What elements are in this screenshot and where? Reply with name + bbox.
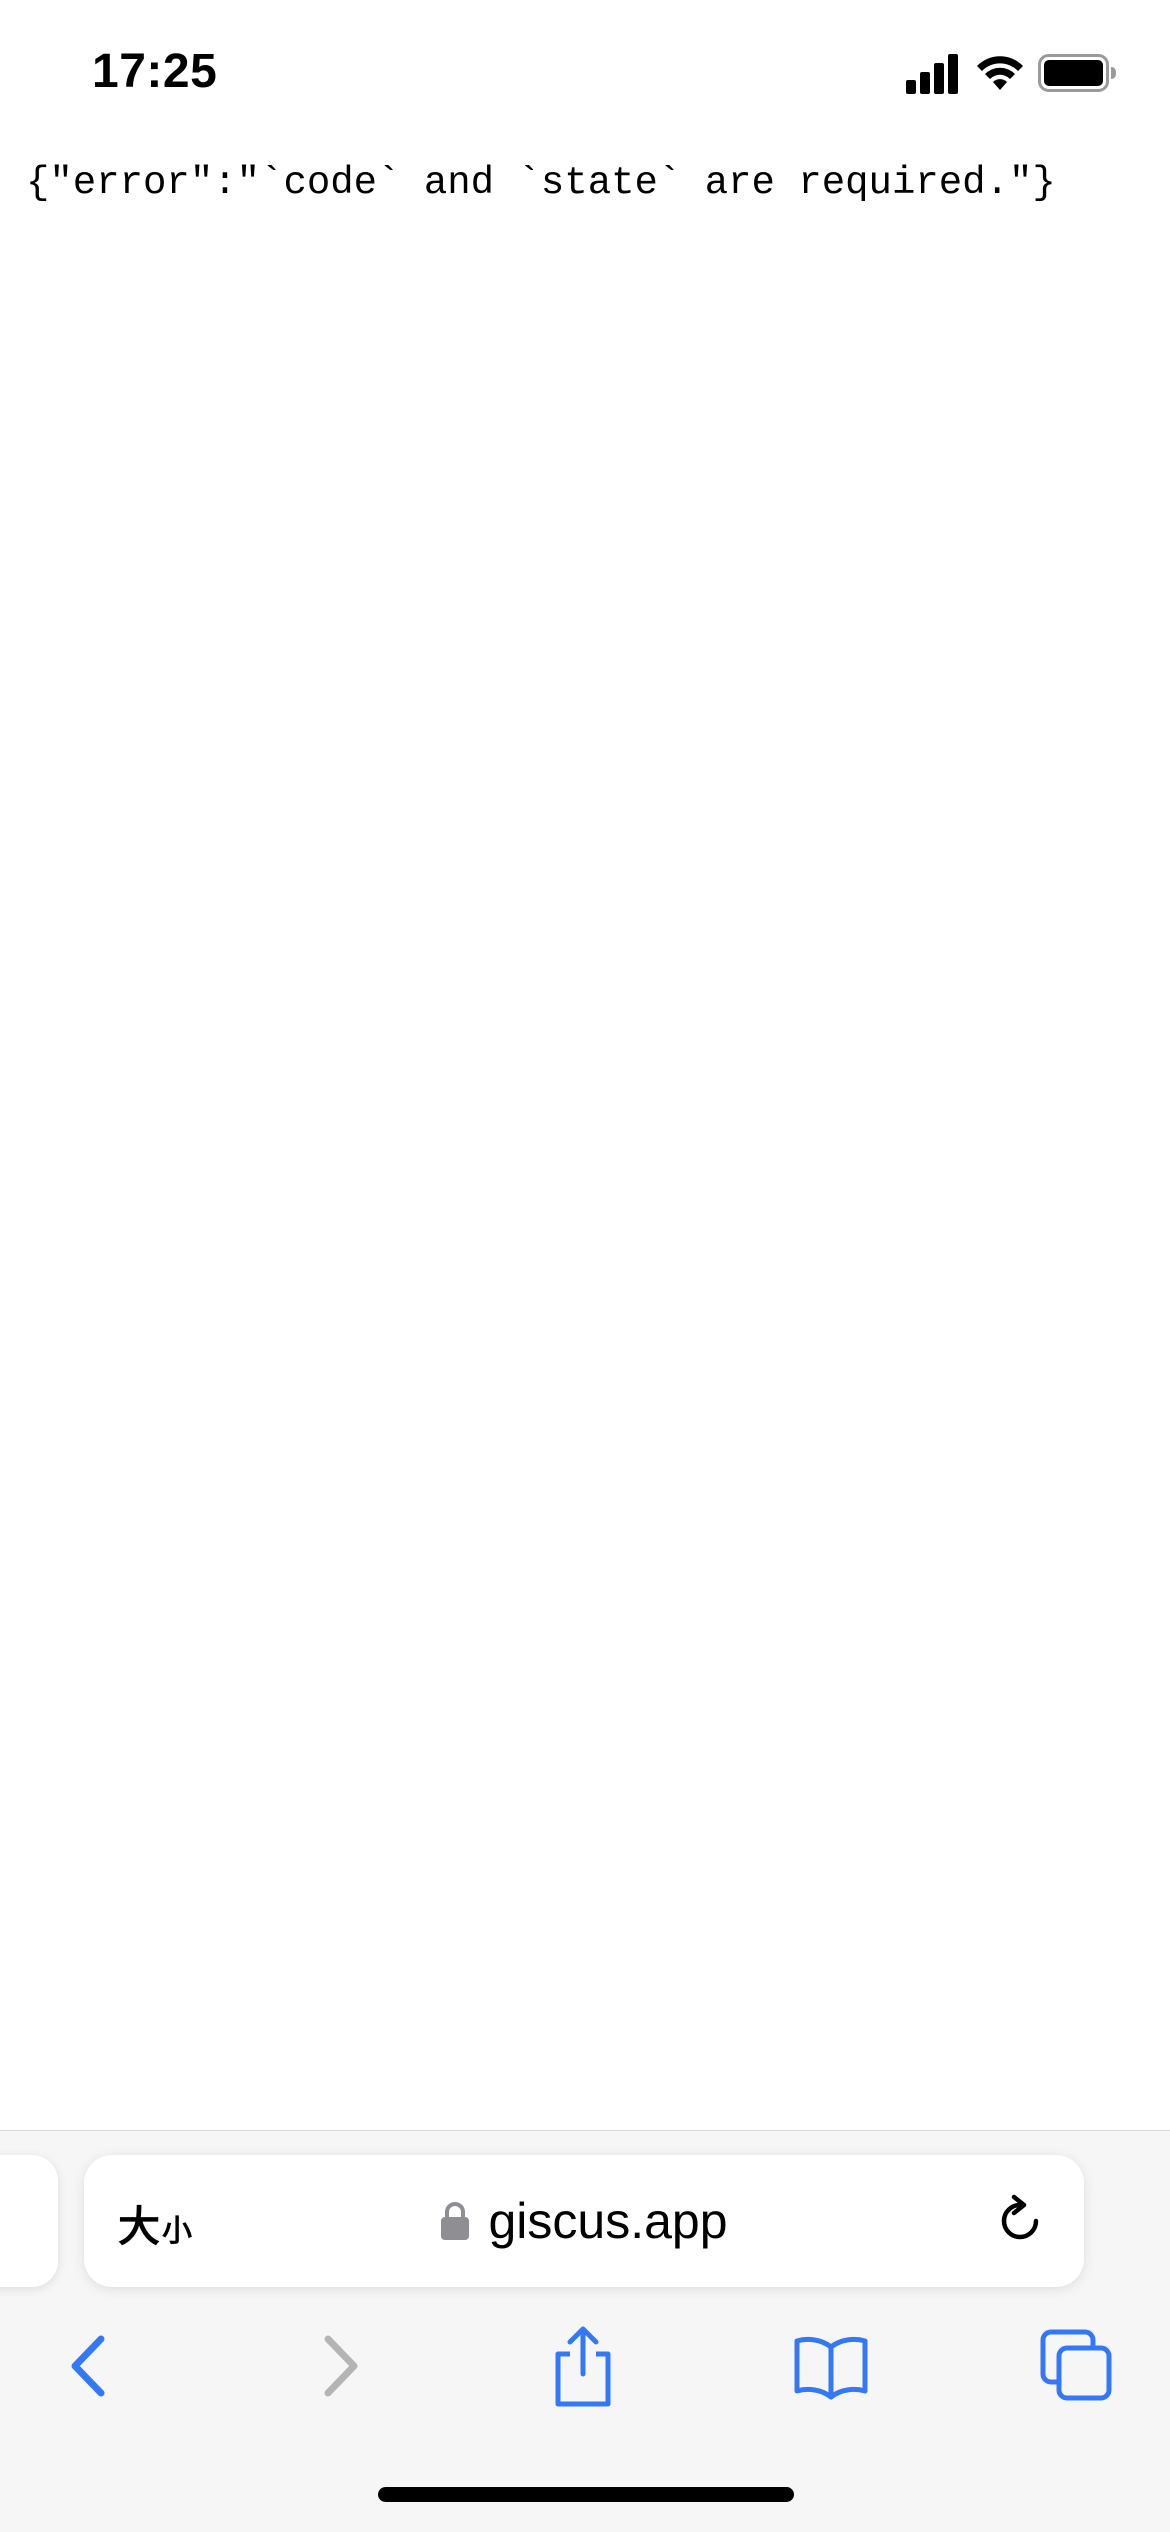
address-bar[interactable]: giscus.app 大 小 (84, 2155, 1084, 2287)
status-time: 17:25 (92, 45, 218, 98)
battery-icon (1038, 54, 1116, 92)
home-indicator[interactable] (378, 2487, 794, 2502)
text-size-button[interactable]: 大 小 (118, 2193, 193, 2251)
forward-button[interactable] (286, 2311, 396, 2421)
back-button[interactable] (33, 2311, 143, 2421)
url-text: giscus.app (488, 2193, 728, 2249)
share-icon (555, 2326, 611, 2407)
url-display[interactable]: giscus.app (84, 2155, 1084, 2287)
book-icon (794, 2336, 868, 2400)
text-size-label-small: 小 (162, 2214, 193, 2249)
previous-tab-card[interactable] (0, 2155, 58, 2287)
safari-screen: 17:25 {"error":"`code` and `state` are r… (0, 0, 1170, 2532)
chevron-left-icon (71, 2335, 105, 2397)
error-message: {"error":"`code` and `state` are require… (26, 161, 1056, 205)
bookmarks-button[interactable] (776, 2311, 886, 2421)
navigation-row (0, 2311, 1170, 2421)
status-bar: 17:25 (0, 0, 1170, 140)
tabs-icon (1040, 2329, 1112, 2401)
cellular-signal-icon (906, 54, 958, 94)
reload-icon[interactable] (992, 2193, 1048, 2249)
browser-toolbar: giscus.app 大 小 (0, 2130, 1170, 2532)
tabs-button[interactable] (1022, 2311, 1132, 2421)
page-content: {"error":"`code` and `state` are require… (26, 158, 1150, 208)
lock-icon (441, 2202, 470, 2240)
wifi-icon (977, 56, 1023, 90)
share-button[interactable] (528, 2311, 638, 2421)
text-size-label-big: 大 (118, 2202, 161, 2251)
chevron-right-icon (324, 2335, 358, 2397)
